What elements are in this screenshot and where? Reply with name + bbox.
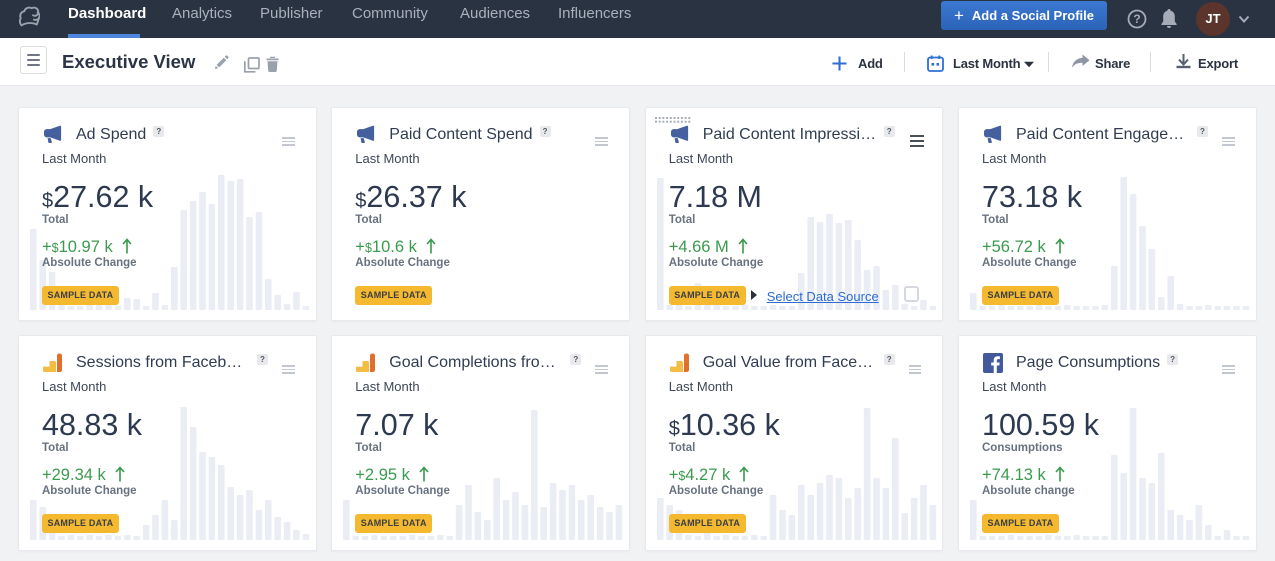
svg-text:?: ?: [1133, 12, 1140, 26]
